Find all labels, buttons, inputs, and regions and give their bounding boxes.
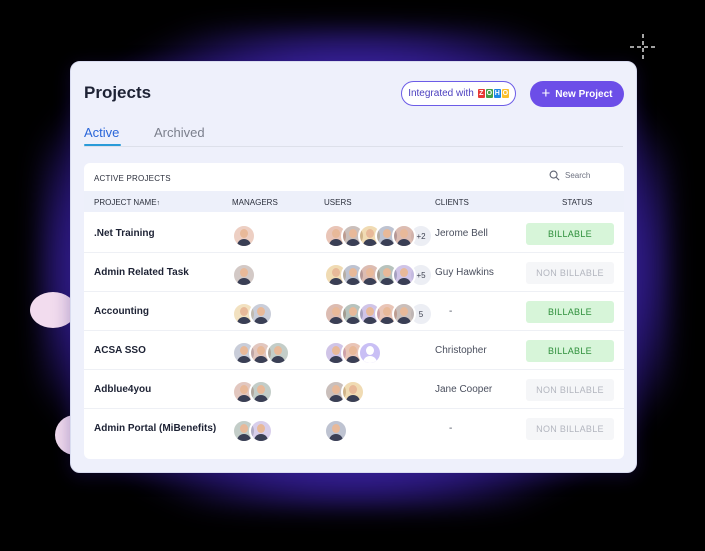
project-name[interactable]: Adblue4you bbox=[94, 384, 151, 395]
status-badge[interactable]: BILLABLE bbox=[526, 340, 614, 362]
users-avatars bbox=[324, 419, 348, 443]
managers-avatars bbox=[232, 224, 256, 248]
status-badge[interactable]: BILLABLE bbox=[526, 301, 614, 323]
search-icon bbox=[549, 170, 560, 181]
tab-divider bbox=[84, 146, 623, 147]
client-name: Jerome Bell bbox=[435, 228, 488, 239]
avatar[interactable] bbox=[392, 224, 416, 248]
status-badge[interactable]: NON BILLABLE bbox=[526, 379, 614, 401]
managers-avatars bbox=[232, 419, 273, 443]
project-name[interactable]: Accounting bbox=[94, 306, 149, 317]
managers-avatars bbox=[232, 263, 256, 287]
project-name[interactable]: Admin Portal (MiBenefits) bbox=[94, 423, 216, 434]
users-avatars: 5 bbox=[324, 302, 433, 326]
status-badge[interactable]: NON BILLABLE bbox=[526, 262, 614, 284]
integrated-label: Integrated with bbox=[408, 88, 474, 99]
client-name: Guy Hawkins bbox=[435, 267, 494, 278]
status-badge[interactable]: NON BILLABLE bbox=[526, 418, 614, 440]
column-managers: MANAGERS bbox=[232, 198, 278, 207]
column-clients: CLIENTS bbox=[435, 198, 469, 207]
avatar[interactable] bbox=[266, 341, 290, 365]
project-name[interactable]: .Net Training bbox=[94, 228, 155, 239]
projects-table-panel: ACTIVE PROJECTS Search PROJECT NAME↑ MAN… bbox=[84, 163, 624, 459]
avatar[interactable] bbox=[232, 263, 256, 287]
client-name: - bbox=[449, 423, 453, 434]
new-project-button[interactable]: + New Project bbox=[530, 81, 624, 107]
managers-avatars bbox=[232, 380, 273, 404]
table-row[interactable]: .Net Training +2 Jerome Bell BILLABLE bbox=[84, 213, 624, 253]
avatar[interactable] bbox=[358, 341, 382, 365]
users-avatars bbox=[324, 380, 365, 404]
project-name[interactable]: ACSA SSO bbox=[94, 345, 146, 356]
managers-avatars bbox=[232, 341, 290, 365]
column-status: STATUS bbox=[562, 198, 593, 207]
users-avatars bbox=[324, 341, 382, 365]
projects-card: Projects Integrated with ZOHO + New Proj… bbox=[70, 61, 637, 473]
client-name: Jane Cooper bbox=[435, 384, 493, 395]
avatar[interactable] bbox=[249, 302, 273, 326]
status-badge[interactable]: BILLABLE bbox=[526, 223, 614, 245]
table-row[interactable]: Admin Portal (MiBenefits) - NON BILLABLE bbox=[84, 408, 624, 447]
table-row[interactable]: ACSA SSO Christopher BILLABLE bbox=[84, 330, 624, 370]
avatar[interactable] bbox=[324, 419, 348, 443]
table-row[interactable]: Admin Related Task +5 Guy Hawkins NON BILLA… bbox=[84, 252, 624, 292]
tab-active[interactable]: Active bbox=[84, 125, 119, 140]
column-project-name[interactable]: PROJECT NAME↑ bbox=[94, 198, 160, 207]
avatar[interactable] bbox=[232, 224, 256, 248]
project-name[interactable]: Admin Related Task bbox=[94, 267, 189, 278]
sparkle-icon bbox=[630, 34, 656, 60]
tab-archived[interactable]: Archived bbox=[154, 125, 205, 140]
search-placeholder: Search bbox=[565, 171, 591, 180]
managers-avatars bbox=[232, 302, 273, 326]
plus-icon: + bbox=[541, 85, 551, 102]
table-row[interactable]: Adblue4you Jane Cooper NON BILLABLE bbox=[84, 369, 624, 409]
table-row[interactable]: Accounting 5 - BILLABLE bbox=[84, 291, 624, 331]
panel-heading: ACTIVE PROJECTS bbox=[94, 174, 171, 183]
avatar[interactable] bbox=[392, 263, 416, 287]
client-name: Christopher bbox=[435, 345, 487, 356]
users-avatars: +2 bbox=[324, 224, 433, 248]
client-name: - bbox=[449, 306, 453, 317]
column-users: USERS bbox=[324, 198, 352, 207]
new-project-label: New Project bbox=[555, 88, 613, 100]
table-header: PROJECT NAME↑ MANAGERS USERS CLIENTS STA… bbox=[84, 191, 624, 212]
zoho-letter: H bbox=[493, 89, 501, 98]
sort-arrow-icon: ↑ bbox=[156, 200, 161, 207]
zoho-letter: Z bbox=[477, 89, 485, 98]
zoho-logo: ZOHO bbox=[477, 89, 509, 98]
integrated-with-badge[interactable]: Integrated with ZOHO bbox=[401, 81, 516, 106]
avatar[interactable] bbox=[341, 380, 365, 404]
page-title: Projects bbox=[84, 83, 152, 102]
zoho-letter: O bbox=[501, 89, 509, 98]
zoho-letter: O bbox=[485, 89, 493, 98]
avatar[interactable] bbox=[392, 302, 416, 326]
avatar[interactable] bbox=[249, 419, 273, 443]
search-input[interactable]: Search bbox=[549, 170, 590, 181]
users-avatars: +5 bbox=[324, 263, 433, 287]
avatar[interactable] bbox=[249, 380, 273, 404]
